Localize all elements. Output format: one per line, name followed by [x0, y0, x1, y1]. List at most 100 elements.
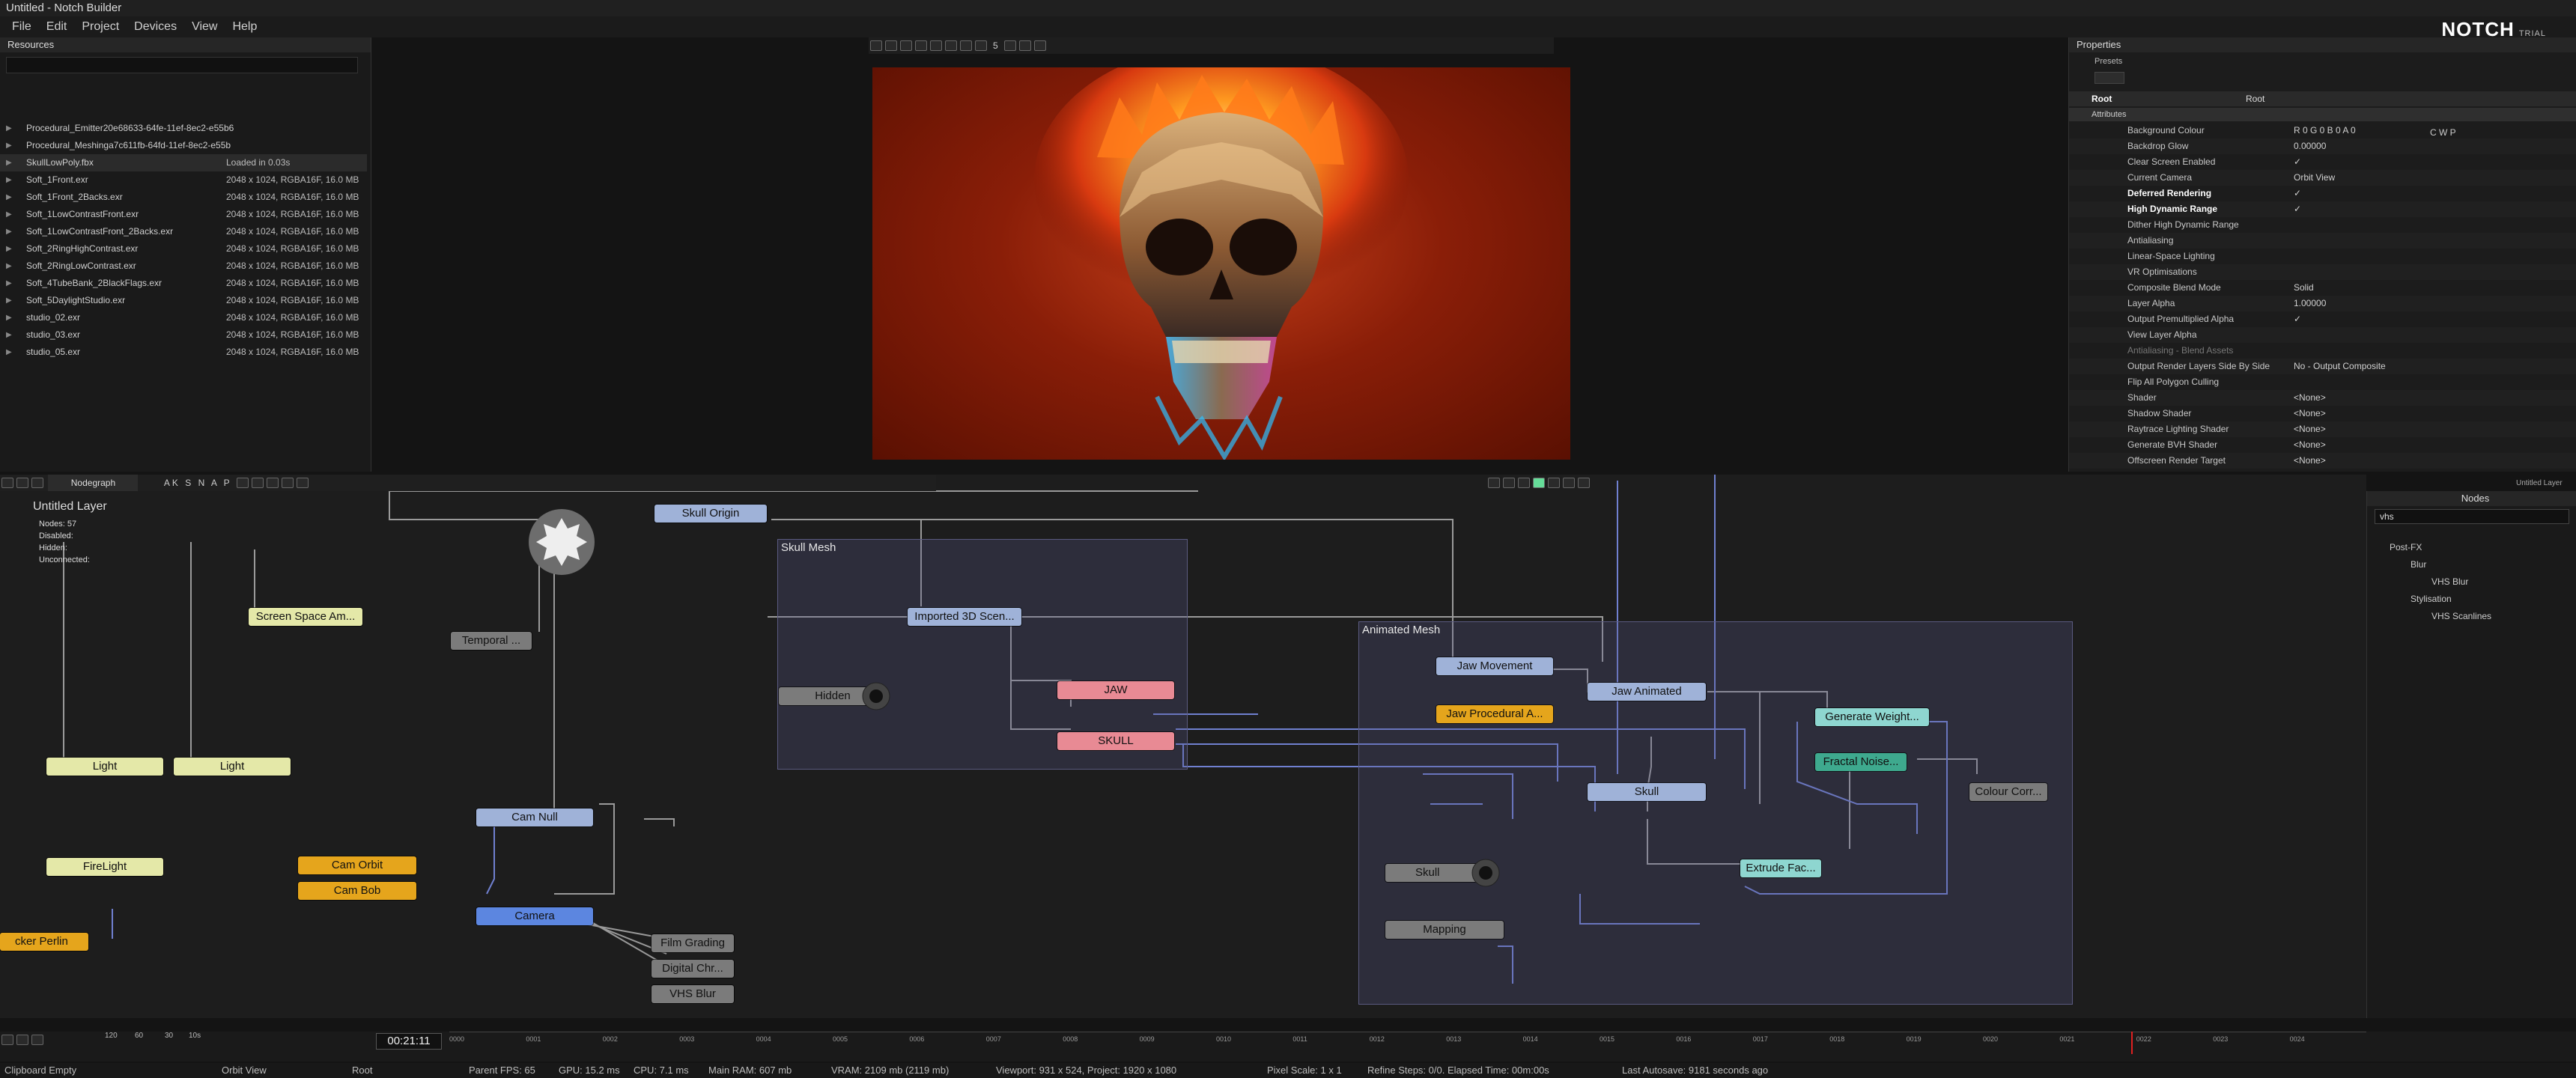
property-row[interactable]: Antialiasing: [2069, 233, 2576, 249]
property-value[interactable]: No - Output Composite: [2294, 359, 2386, 374]
ng-align-icon[interactable]: [237, 478, 249, 488]
resource-item[interactable]: ▶ Procedural_Emitter20e68633-64fe-11ef-8e…: [0, 120, 367, 137]
expand-arrow-icon[interactable]: ▶: [6, 275, 12, 292]
scale-tool-icon[interactable]: [915, 40, 927, 51]
property-value[interactable]: <None>: [2294, 406, 2326, 421]
property-value[interactable]: Solid: [2294, 280, 2314, 296]
property-row[interactable]: Backdrop Glow 0.00000: [2069, 138, 2576, 154]
timeline[interactable]: 120 60 30 10s 00:21:11 0000 0001 0002 0003 0…: [0, 1032, 2576, 1062]
wireframe-icon[interactable]: [1018, 40, 1031, 51]
resources-search-input[interactable]: [6, 57, 358, 73]
property-value[interactable]: 1.00000: [2294, 296, 2326, 311]
fps-30[interactable]: 30: [165, 1032, 173, 1040]
resource-item[interactable]: ▶ Soft_2RingHighContrast.exr 2048 x 1024, …: [0, 240, 367, 258]
filter-icon[interactable]: [2094, 72, 2124, 84]
node-film-grading[interactable]: Film Grading: [651, 934, 734, 952]
resource-item[interactable]: ▶ Soft_1LowContrastFront.exr 2048 x 1024, …: [0, 206, 367, 223]
expand-arrow-icon[interactable]: ▶: [6, 240, 12, 258]
node-hidden[interactable]: Hidden: [779, 682, 890, 710]
node-light-1[interactable]: Light: [46, 758, 163, 776]
node-screen-space-ambient[interactable]: Screen Space Am...: [249, 608, 362, 626]
render-viewport[interactable]: [872, 67, 1570, 460]
property-row[interactable]: Shadow Shader <None>: [2069, 406, 2576, 421]
timeline-settings-icon[interactable]: [1, 1035, 13, 1045]
node-cam-orbit[interactable]: Cam Orbit: [298, 856, 416, 874]
property-row[interactable]: Output Render Layers Side By Side No - Ou…: [2069, 359, 2576, 374]
property-value[interactable]: <None>: [2294, 390, 2326, 406]
property-value[interactable]: R 0 G 0 B 0 A 0: [2294, 123, 2356, 138]
resource-item[interactable]: ▶ studio_05.exr 2048 x 1024, RGBA16F, 16.0…: [0, 344, 367, 361]
node-mapping[interactable]: Mapping: [1385, 921, 1504, 939]
node-tree-item[interactable]: VHS Blur: [2431, 576, 2468, 587]
light-icon[interactable]: [975, 40, 987, 51]
ng-pointer-icon[interactable]: [1, 478, 13, 488]
node-tree-item[interactable]: VHS Scanlines: [2431, 611, 2491, 621]
loop-icon[interactable]: [1578, 478, 1590, 488]
node-generate-weight[interactable]: Generate Weight...: [1815, 708, 1929, 726]
menu-project[interactable]: Project: [74, 16, 127, 37]
grid-icon[interactable]: [945, 40, 957, 51]
overlay-icon[interactable]: [1003, 40, 1016, 51]
node-firelight[interactable]: FireLight: [46, 858, 163, 876]
node-cam-null[interactable]: Cam Null: [476, 808, 593, 826]
ng-snap-letters[interactable]: AK S N A P: [164, 478, 232, 488]
expand-arrow-icon[interactable]: ▶: [6, 154, 12, 171]
property-value[interactable]: 0.00000: [2294, 138, 2326, 154]
camera-icon[interactable]: [960, 40, 972, 51]
ng-group-icon[interactable]: [252, 478, 264, 488]
rotate-tool-icon[interactable]: [885, 40, 897, 51]
property-row[interactable]: VR Optimisations: [2069, 264, 2576, 280]
menu-help[interactable]: Help: [225, 16, 264, 37]
property-row[interactable]: Output Premultiplied Alpha ✓: [2069, 311, 2576, 327]
presets-dropdown[interactable]: Presets: [2094, 57, 2122, 66]
tab-nodegraph[interactable]: Nodegraph: [48, 475, 139, 491]
prev-key-icon[interactable]: [1518, 478, 1530, 488]
resource-item[interactable]: ▶ Soft_1Front_2Backs.exr 2048 x 1024, RGBA…: [0, 189, 367, 206]
node-skull-red[interactable]: SKULL: [1057, 732, 1174, 750]
node-jaw[interactable]: JAW: [1057, 681, 1174, 699]
ng-comment-icon[interactable]: [267, 478, 279, 488]
expand-arrow-icon[interactable]: ▶: [6, 137, 12, 154]
step-forward-icon[interactable]: [1563, 478, 1575, 488]
property-value[interactable]: <None>: [2294, 421, 2326, 437]
node-tree-item[interactable]: Stylisation: [2411, 594, 2452, 604]
menu-devices[interactable]: Devices: [127, 16, 184, 37]
root-gear-icon[interactable]: [524, 505, 599, 579]
nodes-search-input[interactable]: vhs: [2375, 509, 2569, 524]
node-jaw-animated[interactable]: Jaw Animated: [1588, 683, 1706, 701]
timeline-loop-icon[interactable]: [31, 1035, 43, 1045]
snap-icon[interactable]: [930, 40, 942, 51]
group-animated-mesh[interactable]: Animated Mesh: [1358, 621, 2073, 1005]
property-row[interactable]: Offscreen Render Target <None>: [2069, 453, 2576, 469]
expand-arrow-icon[interactable]: ▶: [6, 171, 12, 189]
step-back-icon[interactable]: [1503, 478, 1515, 488]
timeline-record-icon[interactable]: [16, 1035, 28, 1045]
property-row[interactable]: Composite Blend Mode Solid: [2069, 280, 2576, 296]
expand-arrow-icon[interactable]: ▶: [6, 189, 12, 206]
fps-60[interactable]: 60: [135, 1032, 143, 1040]
expand-arrow-icon[interactable]: ▶: [6, 120, 12, 137]
play-icon[interactable]: [1533, 478, 1545, 488]
expand-arrow-icon[interactable]: ▶: [6, 292, 12, 309]
property-row[interactable]: Antialiasing - Blend Assets: [2069, 343, 2576, 359]
property-row[interactable]: Raytrace Lighting Shader <None>: [2069, 421, 2576, 437]
select-tool-icon[interactable]: [870, 40, 882, 51]
resource-item[interactable]: ▶ Procedural_Meshinga7c611fb-64fd-11ef-8e…: [0, 137, 367, 154]
zoom-10s[interactable]: 10s: [189, 1032, 201, 1040]
node-skull-animated[interactable]: Skull: [1588, 783, 1706, 801]
bounds-icon[interactable]: [1033, 40, 1046, 51]
property-row[interactable]: Dither High Dynamic Range: [2069, 217, 2576, 233]
nodegraph-canvas[interactable]: Skull Mesh Animated Mesh Untitled Layer …: [0, 475, 2366, 1018]
property-row[interactable]: Flip All Polygon Culling: [2069, 374, 2576, 390]
property-row[interactable]: Linear-Space Lighting: [2069, 249, 2576, 264]
property-row[interactable]: High Dynamic Range ✓: [2069, 201, 2576, 217]
property-row[interactable]: View Layer Alpha: [2069, 327, 2576, 343]
expand-arrow-icon[interactable]: ▶: [6, 344, 12, 361]
expand-arrow-icon[interactable]: ▶: [6, 309, 12, 326]
ng-pan-icon[interactable]: [16, 478, 28, 488]
property-value[interactable]: <None>: [2294, 453, 2326, 469]
property-value[interactable]: ✓: [2294, 311, 2301, 327]
node-extrude-faces[interactable]: Extrude Fac...: [1740, 859, 1821, 877]
node-jaw-movement[interactable]: Jaw Movement: [1436, 657, 1553, 675]
property-value[interactable]: ✓: [2294, 186, 2301, 201]
